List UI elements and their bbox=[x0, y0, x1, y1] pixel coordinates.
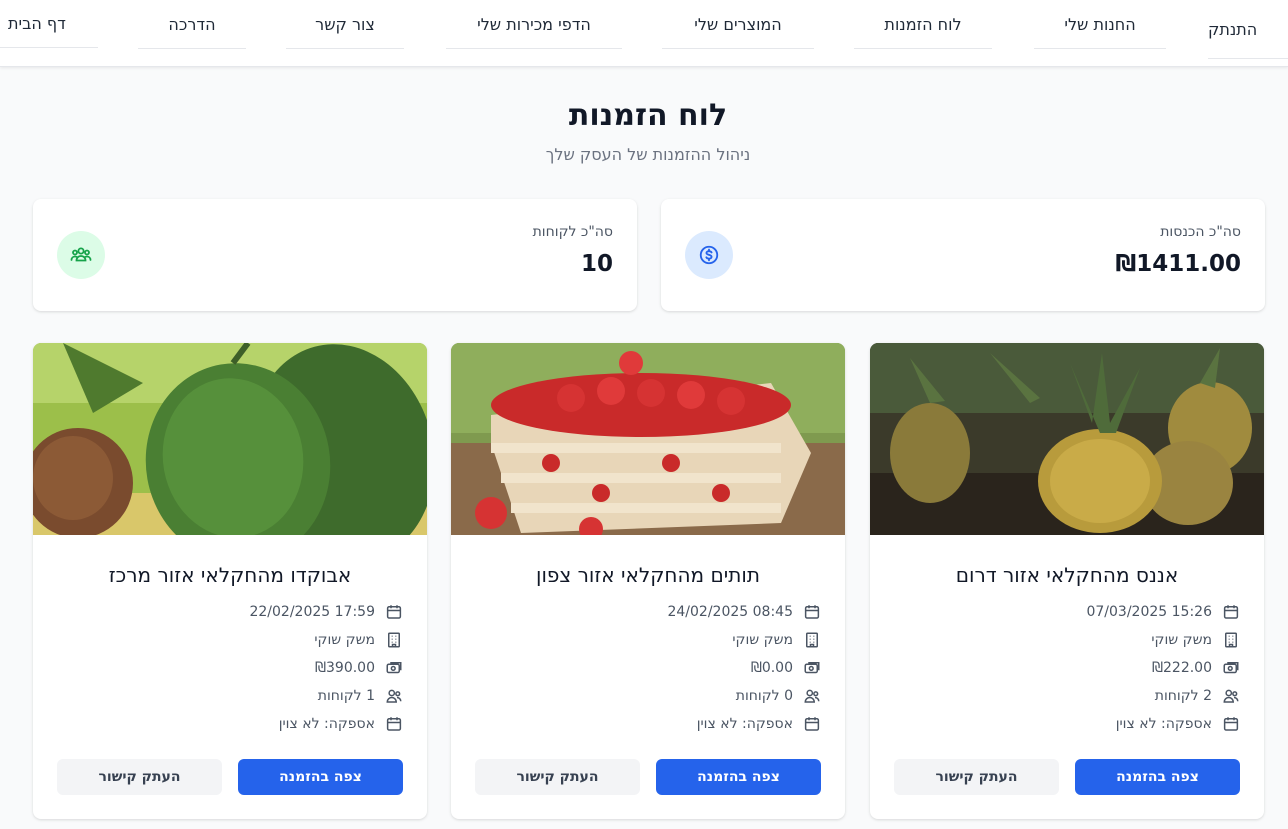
view-order-button[interactable]: צפה בהזמנה bbox=[238, 759, 403, 795]
farm-name: משק שוקי bbox=[732, 632, 793, 648]
delivery-info: אספקה: לא צוין bbox=[1115, 716, 1212, 732]
farm-name: משק שוקי bbox=[1151, 632, 1212, 648]
revenue-stat-card: סה"כ הכנסות ₪1411.00 bbox=[661, 199, 1265, 311]
calendar-icon bbox=[385, 603, 403, 621]
calendar-icon bbox=[803, 603, 821, 621]
order-date: 17:59 22/02/2025 bbox=[249, 604, 375, 620]
nav-contact[interactable]: צור קשר bbox=[286, 0, 404, 49]
order-date-row: 17:59 22/02/2025 bbox=[249, 601, 403, 623]
page-title: לוח הזמנות bbox=[568, 98, 728, 133]
customers-value: 10 bbox=[580, 251, 613, 277]
delivery-row: אספקה: לא צוין bbox=[697, 713, 821, 735]
copy-link-button[interactable]: העתק קישור bbox=[57, 759, 222, 795]
amount-row: ₪0.00 bbox=[751, 657, 821, 679]
nav-my-products[interactable]: המוצרים שלי bbox=[662, 0, 814, 49]
calendar-icon bbox=[803, 715, 821, 733]
order-amount: ₪390.00 bbox=[315, 660, 375, 676]
order-date-row: 08:45 24/02/2025 bbox=[667, 601, 821, 623]
farm-row: משק שוקי bbox=[1151, 629, 1240, 651]
revenue-label: סה"כ הכנסות bbox=[1160, 224, 1241, 240]
nav-logout[interactable]: התנתק bbox=[1208, 0, 1288, 59]
delivery-info: אספקה: לא צוין bbox=[278, 716, 375, 732]
order-amount: ₪222.00 bbox=[1152, 660, 1212, 676]
avocado-image bbox=[33, 343, 427, 535]
calendar-icon bbox=[1222, 715, 1240, 733]
calendar-icon bbox=[385, 715, 403, 733]
copy-link-button[interactable]: העתק קישור bbox=[894, 759, 1059, 795]
product-title: אננס מהחקלאי אזור דרום bbox=[955, 563, 1179, 587]
revenue-value: ₪1411.00 bbox=[1115, 251, 1241, 277]
farm-row: משק שוקי bbox=[314, 629, 403, 651]
customers-stat-card: סה"כ לקוחות 10 bbox=[33, 199, 637, 311]
order-amount: ₪0.00 bbox=[750, 660, 793, 676]
order-card: אבוקדו מהחקלאי אזור מרכז 17:59 22/02/202… bbox=[33, 343, 427, 819]
building-icon bbox=[1222, 631, 1240, 649]
delivery-row: אספקה: לא צוין bbox=[279, 713, 403, 735]
nav-guide[interactable]: הדרכה bbox=[138, 0, 246, 49]
pineapple-image bbox=[870, 343, 1264, 535]
farm-name: משק שוקי bbox=[314, 632, 375, 648]
building-icon bbox=[803, 631, 821, 649]
customers-label: סה"כ לקוחות bbox=[532, 224, 613, 240]
users-icon bbox=[1222, 687, 1240, 705]
customers-row: 0 לקוחות bbox=[736, 685, 821, 707]
delivery-row: אספקה: לא צוין bbox=[1116, 713, 1240, 735]
amount-row: ₪390.00 bbox=[315, 657, 403, 679]
top-navigation: התנתק החנות שלי לוח הזמנות המוצרים שלי ה… bbox=[0, 0, 1288, 67]
view-order-button[interactable]: צפה בהזמנה bbox=[1075, 759, 1240, 795]
nav-my-sales-pages[interactable]: הדפי מכירות שלי bbox=[446, 0, 622, 49]
product-title: תותים מהחקלאי אזור צפון bbox=[536, 563, 760, 587]
order-date-row: 15:26 07/03/2025 bbox=[1086, 601, 1240, 623]
users-icon bbox=[385, 687, 403, 705]
building-icon bbox=[385, 631, 403, 649]
calendar-icon bbox=[1222, 603, 1240, 621]
customers-row: 2 לקוחות bbox=[1155, 685, 1240, 707]
cash-icon bbox=[1222, 659, 1240, 677]
customer-count: 2 לקוחות bbox=[1154, 688, 1212, 704]
strawberries-image bbox=[451, 343, 845, 535]
cash-icon bbox=[803, 659, 821, 677]
order-card: אננס מהחקלאי אזור דרום 15:26 07/03/2025 … bbox=[870, 343, 1264, 819]
dollar-icon bbox=[685, 231, 733, 279]
nav-home[interactable]: דף הבית bbox=[0, 0, 98, 48]
users-icon bbox=[57, 231, 105, 279]
cash-icon bbox=[385, 659, 403, 677]
users-icon bbox=[803, 687, 821, 705]
farm-row: משק שוקי bbox=[732, 629, 821, 651]
product-title: אבוקדו מהחקלאי אזור מרכז bbox=[108, 563, 352, 587]
view-order-button[interactable]: צפה בהזמנה bbox=[656, 759, 821, 795]
order-date: 15:26 07/03/2025 bbox=[1086, 604, 1212, 620]
customer-count: 0 לקוחות bbox=[735, 688, 793, 704]
customer-count: 1 לקוחות bbox=[317, 688, 375, 704]
amount-row: ₪222.00 bbox=[1152, 657, 1240, 679]
nav-orders-board[interactable]: לוח הזמנות bbox=[854, 0, 992, 49]
page-subtitle: ניהול ההזמנות של העסק שלך bbox=[545, 145, 751, 164]
delivery-info: אספקה: לא צוין bbox=[696, 716, 793, 732]
customers-row: 1 לקוחות bbox=[318, 685, 403, 707]
order-card: תותים מהחקלאי אזור צפון 08:45 24/02/2025… bbox=[451, 343, 845, 819]
order-date: 08:45 24/02/2025 bbox=[667, 604, 793, 620]
nav-my-store[interactable]: החנות שלי bbox=[1034, 0, 1166, 49]
copy-link-button[interactable]: העתק קישור bbox=[475, 759, 640, 795]
